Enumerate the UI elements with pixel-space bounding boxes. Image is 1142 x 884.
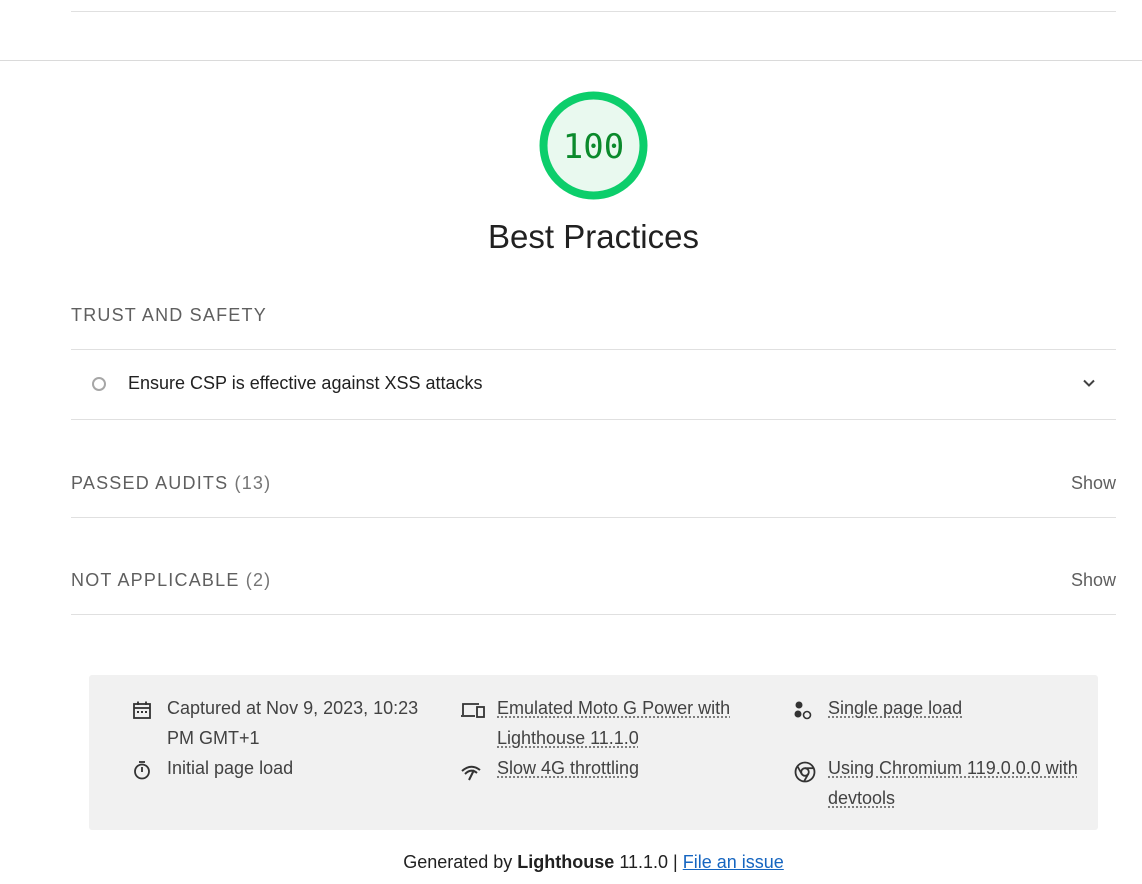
lighthouse-report: 100 Best Practices TRUST AND SAFETY Ensu… (0, 0, 1142, 884)
browser-version[interactable]: Using Chromium 119.0.0.0 with devtools (828, 753, 1078, 813)
file-issue-link[interactable]: File an issue (683, 852, 784, 872)
group-title-not-applicable[interactable]: NOT APPLICABLE (2) (71, 570, 271, 591)
initial-page-load: Initial page load (167, 758, 294, 778)
devices-icon (461, 703, 485, 718)
captured-at: Captured at Nov 9, 2023, 10:23 PM GMT+1 (167, 693, 418, 753)
single-page-load[interactable]: Single page load (828, 693, 962, 723)
show-not-applicable-button[interactable]: Show (1071, 570, 1116, 591)
single-page-load-label: Single page load (828, 698, 963, 718)
captured-at-line2: PM GMT+1 (167, 728, 260, 748)
show-passed-button[interactable]: Show (1071, 473, 1116, 494)
network-throttling-label: Slow 4G throttling (497, 758, 640, 778)
group-count: (2) (245, 570, 272, 590)
chromium-icon (794, 761, 816, 783)
score-value: 100 (562, 126, 625, 167)
emulated-device-line2: Lighthouse 11.1.0 (497, 728, 639, 748)
group-title-passed-audits[interactable]: PASSED AUDITS (13) (71, 473, 271, 494)
divider (0, 60, 1142, 61)
emulated-device[interactable]: Emulated Moto G Power with Lighthouse 11… (497, 693, 730, 753)
category-title: Best Practices (488, 218, 699, 255)
network-throttling-icon (461, 765, 481, 781)
group-title-label: PASSED AUDITS (71, 473, 229, 493)
group-count: (13) (234, 473, 272, 493)
browser-version-line2: devtools (828, 788, 896, 808)
group-title-label: NOT APPLICABLE (71, 570, 240, 590)
group-title-label: TRUST AND SAFETY (71, 305, 267, 325)
generated-by-text: Generated by (403, 852, 513, 872)
audit-csp-xss[interactable]: Ensure CSP is effective against XSS atta… (71, 350, 1116, 419)
divider (71, 517, 1116, 518)
divider (71, 11, 1116, 12)
single-page-icon (794, 701, 812, 720)
emulated-device-line1: Emulated Moto G Power with (497, 698, 731, 718)
browser-version-line1: Using Chromium 119.0.0.0 with (828, 758, 1078, 778)
divider (71, 614, 1116, 615)
captured-at-line1: Captured at Nov 9, 2023, 10:23 (167, 698, 419, 718)
divider (71, 419, 1116, 420)
score-gauge[interactable]: 100 (539, 91, 648, 200)
chevron-down-icon[interactable] (1082, 376, 1096, 390)
runtime-settings: Captured at Nov 9, 2023, 10:23 PM GMT+1 … (89, 675, 1098, 830)
generated-by-footer: Generated by Lighthouse 11.1.0 | File an… (0, 852, 1142, 873)
product-version: 11.1.0 | (619, 852, 678, 872)
informative-circle-icon (92, 377, 106, 391)
calendar-icon (133, 701, 151, 719)
audit-title: Ensure CSP is effective against XSS atta… (128, 373, 483, 393)
network-throttling[interactable]: Slow 4G throttling (497, 753, 639, 783)
group-title-trust-safety: TRUST AND SAFETY (71, 305, 267, 326)
stopwatch-icon (134, 761, 150, 780)
product-name: Lighthouse (517, 852, 615, 872)
